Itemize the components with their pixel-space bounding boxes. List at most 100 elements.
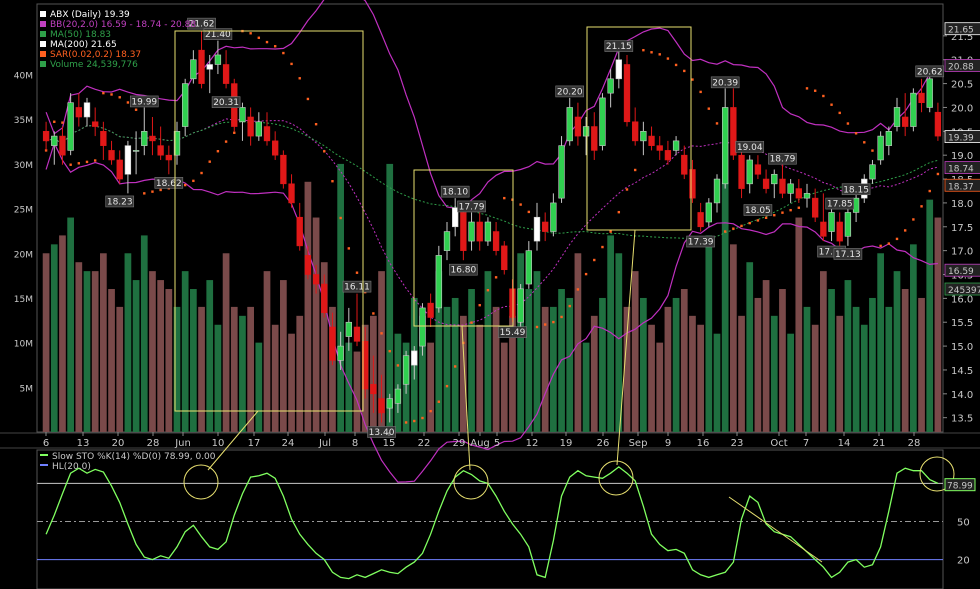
volume-bar	[394, 333, 402, 432]
stochastic-oscillator: 50 20 78.99 Slow STO %K(14) %D(0) 78.99, 0.…	[37, 452, 976, 580]
x-day-label: 26	[597, 438, 610, 449]
candle	[591, 112, 598, 160]
candle-body	[615, 59, 622, 80]
price-callout-label: 17.39	[688, 238, 714, 248]
volume-bar	[738, 315, 745, 432]
price-legend: ABX (Daily) 19.39BB(20,2.0) 16.59 - 18.7…	[40, 10, 196, 70]
volume-bar	[836, 315, 844, 432]
candle-body	[730, 107, 737, 156]
candle-body	[689, 169, 696, 199]
candle	[67, 93, 74, 156]
volume-tick-label: 5M	[20, 384, 34, 394]
annotation-circle	[183, 464, 219, 500]
candle	[214, 40, 222, 75]
candle-body	[42, 131, 50, 142]
candle-body	[386, 398, 393, 409]
candle-body	[83, 102, 91, 118]
price-callout-label: 21.40	[205, 30, 231, 40]
candle-body	[206, 64, 213, 70]
volume-bar	[353, 351, 361, 432]
volume-bar	[672, 297, 680, 432]
oscillator-value-label: 78.99	[947, 482, 973, 492]
line-icon	[40, 464, 48, 466]
sar-dot	[494, 276, 498, 279]
x-day-label: 17	[248, 438, 261, 449]
candle-body	[165, 154, 172, 161]
candle	[206, 54, 213, 94]
candle	[124, 140, 132, 194]
volume-bar	[877, 253, 884, 432]
candle-body	[632, 121, 639, 142]
volume-bar	[820, 271, 827, 432]
candle	[288, 174, 295, 208]
volume-bar	[42, 253, 50, 432]
x-month-label: Aug	[470, 438, 490, 449]
oscillator-value-tag: 78.99	[944, 478, 976, 492]
volume-bar	[697, 324, 704, 432]
price-callout-label: 17.13	[835, 250, 861, 260]
candle-icon	[40, 11, 46, 17]
volume-bar	[885, 306, 893, 432]
y-tick-label: 17.0	[951, 247, 973, 258]
volume-tick-label: 15M	[14, 295, 33, 305]
candle-body	[877, 135, 884, 161]
x-day-label: 8	[352, 438, 358, 449]
right-value-tag: 16.59	[944, 263, 980, 277]
volume-bar	[206, 280, 214, 432]
right-value-label: 18.74	[948, 165, 974, 175]
price-callout: 18.79	[768, 152, 797, 165]
volume-bar	[140, 235, 148, 432]
candle-body	[345, 321, 352, 337]
candle-body	[108, 150, 115, 161]
candle-body	[713, 178, 721, 204]
sar-dot	[838, 111, 841, 115]
candle	[902, 93, 909, 137]
volume-bar	[247, 306, 254, 432]
sar-dot	[347, 247, 351, 250]
right-value-label: 21.65	[948, 26, 974, 36]
sar-dot	[903, 229, 907, 232]
candle	[632, 107, 639, 146]
candle-body	[582, 126, 590, 137]
volume-bar	[599, 297, 606, 432]
price-callout-label: 20.62	[917, 67, 943, 77]
sar-dot	[143, 192, 146, 195]
candle	[648, 126, 655, 151]
sar-dot	[650, 51, 653, 54]
candle	[779, 164, 786, 199]
candle-body	[468, 221, 475, 242]
legend-entry: BB(20,2.0) 16.59 - 18.74 - 20.88	[50, 20, 196, 30]
volume-bar	[165, 289, 173, 432]
volume-bar	[263, 271, 271, 432]
x-day-label: 14	[838, 438, 851, 449]
candle-body	[435, 255, 442, 309]
volume-bar	[934, 217, 942, 432]
stock-chart: 21.6221.4020.3119.9918.6218.2316.1113.40…	[0, 0, 980, 589]
price-callout-label: 20.31	[213, 98, 239, 108]
volume-bar	[271, 324, 279, 432]
price-callout: 17.39	[686, 235, 715, 248]
x-day-label: 9	[665, 438, 671, 449]
candle-body	[321, 283, 328, 313]
x-day-label: 20	[112, 438, 125, 449]
candle-body	[746, 159, 753, 185]
candle	[738, 145, 745, 199]
x-day-label: 7	[803, 438, 809, 449]
candle-body	[460, 212, 467, 251]
volume-bar	[828, 289, 835, 432]
sar-dot	[61, 121, 64, 124]
sar-dot	[388, 349, 391, 353]
sar-dot	[936, 172, 940, 176]
candle-body	[75, 107, 82, 118]
volume-bar	[869, 297, 876, 432]
x-day-label: 28	[147, 438, 160, 449]
candle-body	[934, 111, 942, 137]
volume-bar	[255, 342, 263, 432]
sar-dot	[93, 159, 97, 162]
sar-dot	[339, 216, 342, 220]
x-day-label: 29	[453, 438, 466, 449]
volume-bar	[779, 289, 786, 432]
candle	[517, 284, 524, 327]
volume-bar	[476, 324, 484, 432]
candle	[255, 112, 262, 141]
